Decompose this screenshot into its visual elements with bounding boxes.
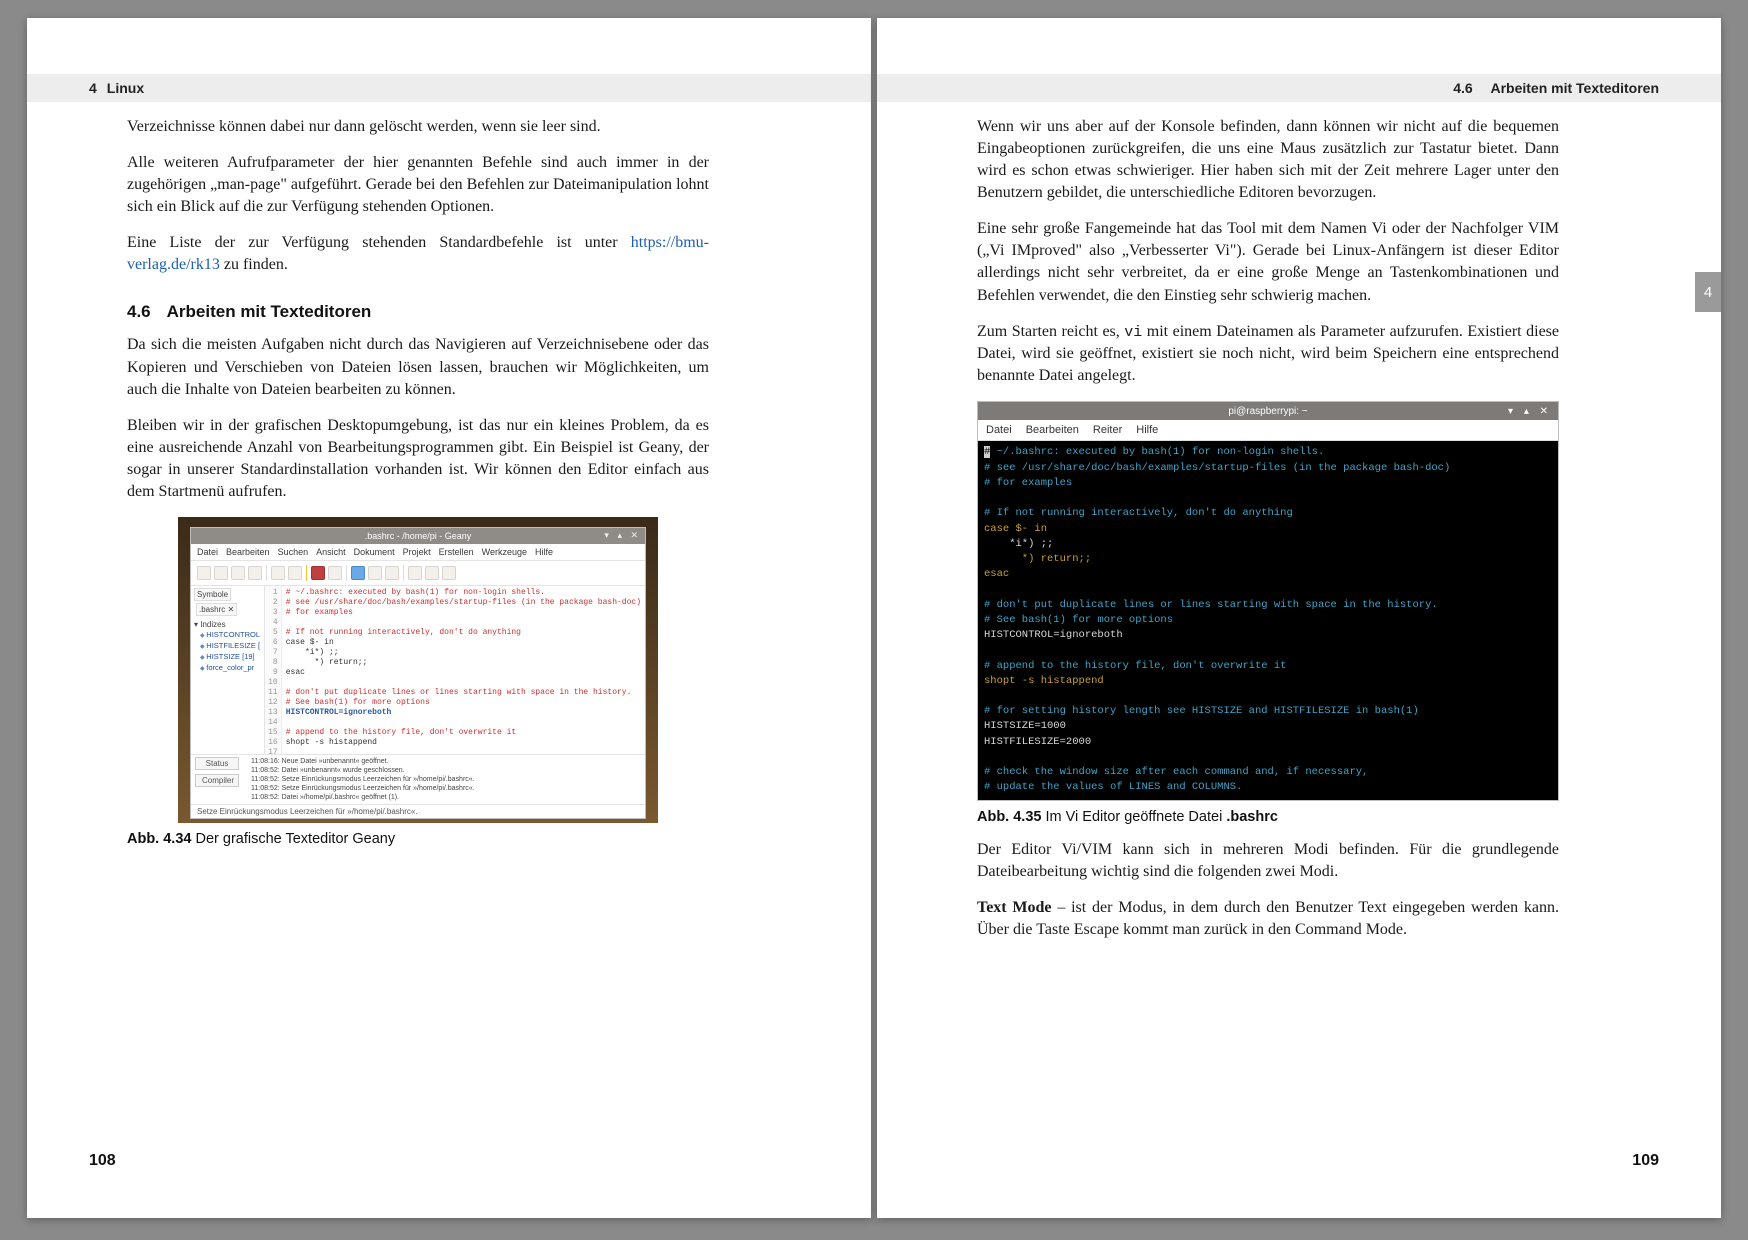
toolbar <box>191 561 645 586</box>
figure-geany: .bashrc - /home/pi - Geany ▾ ▴ ✕ Datei Be… <box>178 517 658 823</box>
window-titlebar: pi@raspberrypi: ~ ▾ ▴ ✕ <box>978 402 1558 420</box>
symbol-item: HISTSIZE [19] <box>194 651 261 662</box>
section-heading: 4.6Arbeiten mit Texteditoren <box>127 302 709 322</box>
menu-bar: Datei Bearbeiten Suchen Ansicht Dokument Proj… <box>191 544 645 561</box>
menu-item: Ansicht <box>316 547 346 557</box>
menu-item: Suchen <box>278 547 309 557</box>
page-number: 108 <box>89 1152 116 1170</box>
figure-caption: Abb. 4.34 Der grafische Texteditor Geany <box>127 831 709 847</box>
running-head-left: 4 Linux <box>27 74 871 102</box>
symbol-item: HISTCONTROL <box>194 629 261 640</box>
menu-bar: Datei Bearbeiten Reiter Hilfe <box>978 420 1558 441</box>
compile-icon <box>351 566 365 580</box>
build-icon <box>368 566 382 580</box>
menu-item: Erstellen <box>439 547 474 557</box>
figure-vi: pi@raspberrypi: ~ ▾ ▴ ✕ Datei Bearbeiten R… <box>977 401 1559 800</box>
para: Zum Starten reicht es, vi mit einem Date… <box>977 321 1559 388</box>
close-icon <box>288 566 302 580</box>
menu-item: Dokument <box>354 547 395 557</box>
code-editor: 1234567891011121314151617181920 # ~/.bas… <box>265 586 645 754</box>
para: Wenn wir uns aber auf der Konsole befind… <box>977 116 1559 204</box>
menu-item: Projekt <box>403 547 431 557</box>
thumb-tab: 4 <box>1695 272 1721 312</box>
run-icon <box>385 566 399 580</box>
code-vi: vi <box>1124 324 1142 341</box>
reload-icon <box>271 566 285 580</box>
terminal: # ~/.bashrc: executed by bash(1) for non… <box>978 441 1558 799</box>
para: Eine sehr große Fangemeinde hat das Tool… <box>977 218 1559 306</box>
menu-item: Werkzeuge <box>482 547 527 557</box>
goto-icon <box>442 566 456 580</box>
new-icon <box>197 566 211 580</box>
menu-item: Datei <box>986 424 1012 436</box>
menu-item: Reiter <box>1093 424 1122 436</box>
menu-item: Hilfe <box>535 547 553 557</box>
para: Text Mode – ist der Modus, in dem durch … <box>977 897 1559 941</box>
figure-caption: Abb. 4.35 Im Vi Editor geöffnete Datei .… <box>977 809 1559 825</box>
search-icon <box>425 566 439 580</box>
status-panel: Status Compiler 11:08:16: Neue Datei »un… <box>191 754 645 804</box>
color-icon <box>408 566 422 580</box>
sidebar: Symbole .bashrc ✕ ▾ Indizes HISTCONTROLH… <box>191 586 265 754</box>
status-bar: Setze Einrückungsmodus Leerzeichen für »… <box>191 804 645 818</box>
saveall-icon <box>248 566 262 580</box>
page-left: 4 Linux Verzeichnisse können dabei nur d… <box>27 18 871 1218</box>
menu-item: Bearbeiten <box>1026 424 1079 436</box>
para: Eine Liste der zur Verfügung stehenden S… <box>127 232 709 276</box>
page-right: 4.6 Arbeiten mit Texteditoren 4 Wenn wir… <box>877 18 1721 1218</box>
symbol-item: force_color_pr <box>194 662 261 673</box>
para: Alle weiteren Aufrufparameter der hier g… <box>127 152 709 218</box>
running-head-right: 4.6 Arbeiten mit Texteditoren <box>877 74 1721 102</box>
menu-item: Hilfe <box>1136 424 1158 436</box>
forward-icon <box>328 566 342 580</box>
save-icon <box>231 566 245 580</box>
window-buttons-icon: ▾ ▴ ✕ <box>604 530 641 541</box>
para: Da sich die meisten Aufgaben nicht durch… <box>127 334 709 400</box>
para: Bleiben wir in der grafischen Desktopumg… <box>127 415 709 503</box>
symbol-item: HISTFILESIZE [ <box>194 640 261 651</box>
para: Der Editor Vi/VIM kann sich in mehreren … <box>977 839 1559 883</box>
para: Verzeichnisse können dabei nur dann gelö… <box>127 116 709 138</box>
open-icon <box>214 566 228 580</box>
menu-item: Bearbeiten <box>226 547 270 557</box>
chapter-num: 4 <box>89 80 97 96</box>
chapter-title: Linux <box>107 80 144 96</box>
back-icon <box>311 566 325 580</box>
window-buttons-icon: ▾ ▴ ✕ <box>1508 406 1552 417</box>
page-number: 109 <box>1632 1152 1659 1170</box>
window-titlebar: .bashrc - /home/pi - Geany ▾ ▴ ✕ <box>191 528 645 544</box>
menu-item: Datei <box>197 547 218 557</box>
